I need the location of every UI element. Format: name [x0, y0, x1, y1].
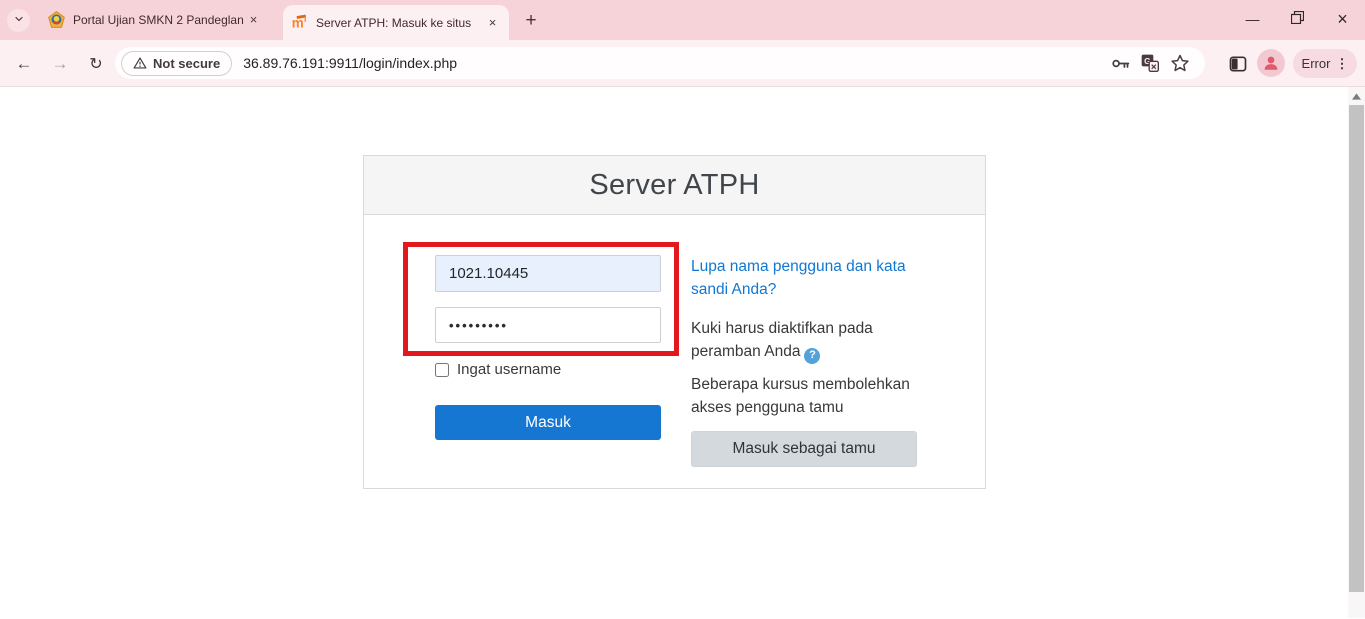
- cookies-notice: Kuki harus diaktifkan pada peramban Anda…: [691, 317, 915, 364]
- forward-button[interactable]: →: [46, 50, 74, 78]
- scrollbar-up-arrow[interactable]: [1348, 89, 1365, 103]
- username-input[interactable]: [435, 255, 661, 292]
- url-text: 36.89.76.191:9911/login/index.php: [243, 55, 458, 71]
- tab-bar: Portal Ujian SMKN 2 Pandeglan × m Server…: [0, 0, 1365, 40]
- moodle-logo-icon: m: [291, 14, 308, 31]
- new-tab-button[interactable]: +: [519, 9, 543, 33]
- chevron-down-icon: [13, 12, 25, 30]
- restore-button[interactable]: [1275, 0, 1320, 38]
- close-icon: ×: [1337, 8, 1348, 29]
- tab-close-icon[interactable]: ×: [245, 11, 262, 28]
- page-content: Server ATPH Ingat username Masuk Lupa na…: [0, 87, 1365, 618]
- guest-login-button[interactable]: Masuk sebagai tamu: [691, 431, 917, 467]
- remember-username-row: Ingat username: [435, 361, 561, 378]
- tab-server-atph[interactable]: m Server ATPH: Masuk ke situs ×: [283, 5, 509, 40]
- login-card-header: Server ATPH: [364, 156, 985, 215]
- window-controls: — ×: [1230, 0, 1365, 38]
- browser-window: Portal Ujian SMKN 2 Pandeglan × m Server…: [0, 0, 1365, 619]
- security-chip[interactable]: Not secure: [121, 50, 233, 76]
- address-bar[interactable]: Not secure 36.89.76.191:9911/login/index…: [115, 47, 1205, 79]
- login-button[interactable]: Masuk: [435, 405, 661, 440]
- tab-close-icon[interactable]: ×: [484, 14, 501, 31]
- tab-title: Server ATPH: Masuk ke situs: [316, 15, 472, 30]
- site-title: Server ATPH: [589, 168, 760, 201]
- close-window-button[interactable]: ×: [1320, 0, 1365, 38]
- forgot-credentials-link[interactable]: Lupa nama pengguna dan kata sandi Anda?: [691, 255, 915, 301]
- error-badge: Error: [1301, 56, 1331, 71]
- help-icon[interactable]: ?: [804, 347, 821, 364]
- back-button[interactable]: ←: [10, 50, 38, 78]
- browser-toolbar: ← → ↻ Not secure 36.89.76.191:9911/login…: [0, 40, 1365, 87]
- remember-username-label: Ingat username: [457, 361, 562, 378]
- minimize-button[interactable]: —: [1230, 0, 1275, 38]
- warning-triangle-icon: [133, 56, 147, 70]
- browser-menu-error-button[interactable]: Error ⋮: [1293, 49, 1357, 78]
- bookmark-star-icon[interactable]: [1165, 49, 1195, 77]
- login-card: Server ATPH Ingat username Masuk Lupa na…: [363, 155, 986, 489]
- kebab-menu-icon: ⋮: [1335, 55, 1349, 71]
- school-logo-icon: [48, 11, 65, 28]
- guest-access-notice: Beberapa kursus membolehkan akses penggu…: [691, 376, 910, 416]
- profile-avatar[interactable]: [1257, 49, 1285, 77]
- side-panel-icon[interactable]: [1225, 51, 1251, 77]
- scrollbar-thumb[interactable]: [1349, 105, 1364, 592]
- remember-username-checkbox[interactable]: [435, 362, 449, 377]
- restore-icon: [1290, 10, 1305, 27]
- vertical-scrollbar[interactable]: [1348, 87, 1365, 618]
- translate-icon[interactable]: G: [1135, 49, 1165, 77]
- password-key-icon[interactable]: [1105, 49, 1135, 77]
- tab-search-button[interactable]: [7, 9, 30, 32]
- tab-title: Portal Ujian SMKN 2 Pandeglan: [73, 12, 244, 27]
- reload-button[interactable]: ↻: [82, 50, 110, 78]
- login-card-body: Ingat username Masuk Lupa nama pengguna …: [364, 215, 985, 488]
- security-chip-label: Not secure: [153, 55, 221, 71]
- password-input[interactable]: [435, 307, 661, 343]
- cookies-notice-text: Kuki harus diaktifkan pada peramban Anda: [691, 320, 873, 360]
- tab-portal-ujian[interactable]: Portal Ujian SMKN 2 Pandeglan ×: [40, 0, 270, 39]
